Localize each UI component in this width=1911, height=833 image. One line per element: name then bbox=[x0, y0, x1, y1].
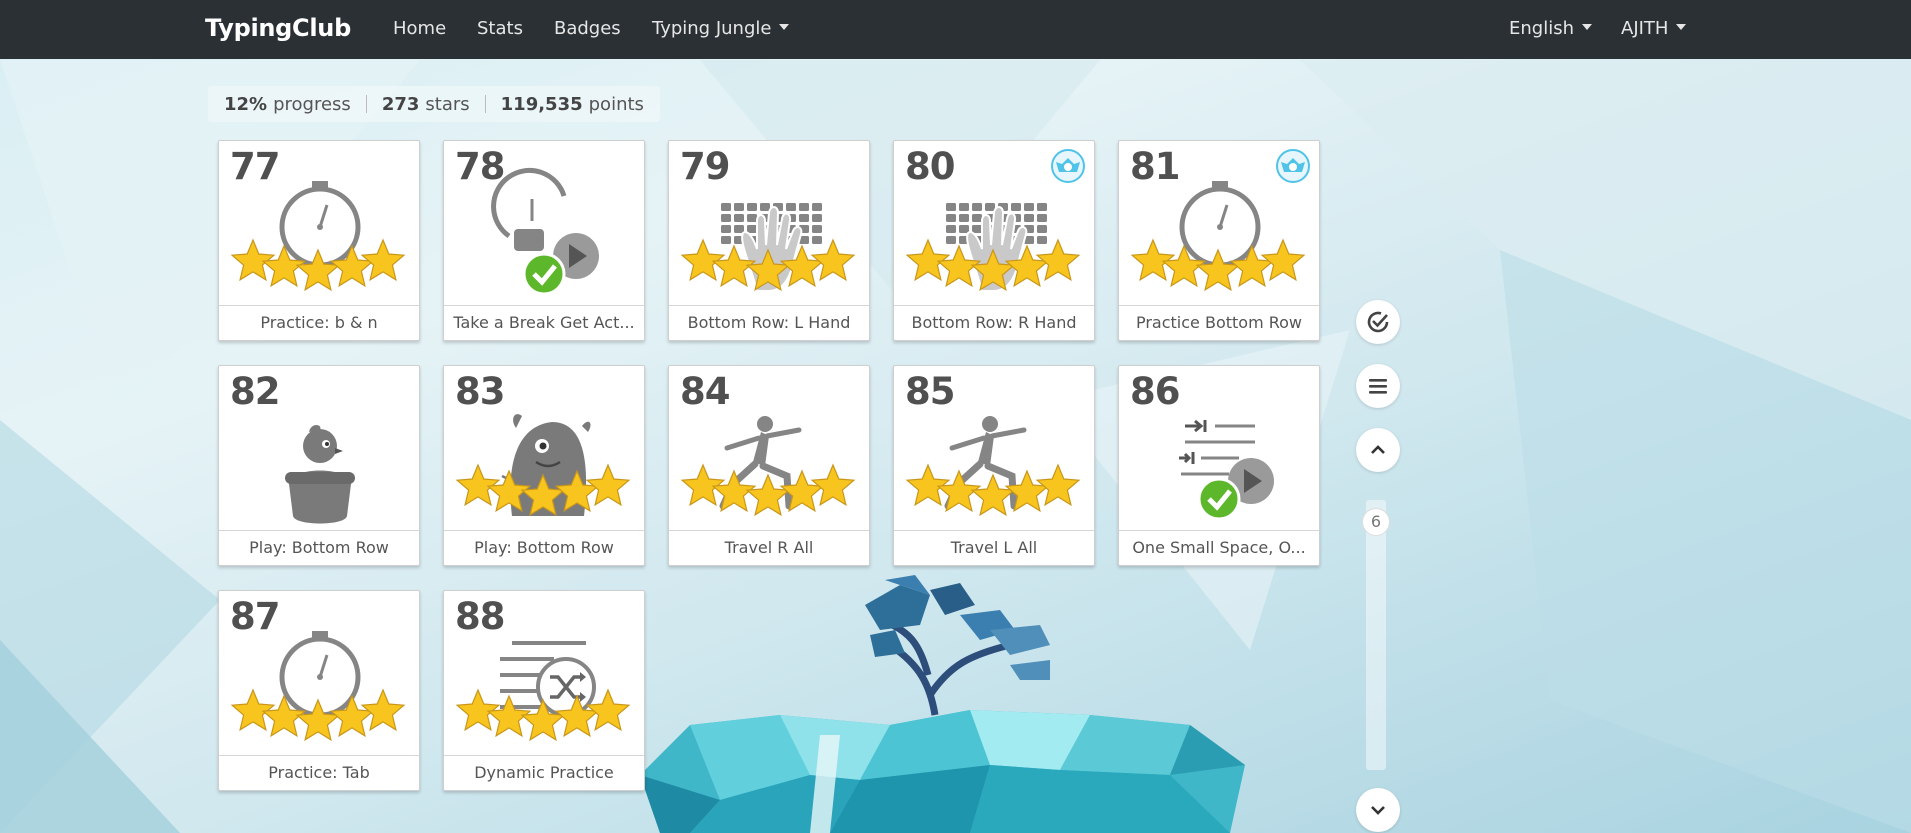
lesson-title: Practice: b & n bbox=[219, 305, 419, 340]
badge-icon bbox=[1051, 149, 1085, 183]
lesson-card[interactable]: 79 Bottom Row: L Hand bbox=[668, 140, 870, 341]
lesson-card[interactable]: 81 Practice Bottom Row bbox=[1118, 140, 1320, 341]
lesson-number: 86 bbox=[1130, 370, 1180, 413]
badge-icon bbox=[1276, 149, 1310, 183]
lesson-card[interactable]: 85 Travel L All bbox=[893, 365, 1095, 566]
points-value: 119,535 bbox=[500, 93, 583, 115]
stars-label: stars bbox=[425, 93, 470, 115]
lesson-title: Play: Bottom Row bbox=[219, 530, 419, 565]
nav-stats[interactable]: Stats bbox=[477, 18, 523, 39]
scroll-position-indicator[interactable]: 6 bbox=[1362, 508, 1390, 536]
scroll-up-button[interactable] bbox=[1356, 428, 1400, 472]
lesson-number: 83 bbox=[455, 370, 505, 413]
lesson-title: Dynamic Practice bbox=[444, 755, 644, 790]
menu-button[interactable] bbox=[1356, 364, 1400, 408]
lesson-number: 84 bbox=[680, 370, 730, 413]
lesson-number: 82 bbox=[230, 370, 280, 413]
language-dropdown[interactable]: English bbox=[1509, 18, 1592, 39]
lesson-number: 80 bbox=[905, 145, 955, 188]
top-navbar: TypingClub Home Stats Badges Typing Jung… bbox=[0, 0, 1911, 59]
lesson-number: 85 bbox=[905, 370, 955, 413]
divider bbox=[484, 95, 486, 113]
lesson-card[interactable]: 88 Dynamic Practice bbox=[443, 590, 645, 791]
points-label: points bbox=[588, 93, 644, 115]
lesson-title: Bottom Row: L Hand bbox=[669, 305, 869, 340]
scroll-track[interactable] bbox=[1366, 500, 1386, 770]
lesson-card[interactable]: 77 Practice: b & n bbox=[218, 140, 420, 341]
divider bbox=[365, 95, 367, 113]
chevron-down-icon bbox=[1371, 806, 1385, 815]
lesson-number: 87 bbox=[230, 595, 280, 638]
lesson-number: 78 bbox=[455, 145, 505, 188]
hamburger-icon bbox=[1369, 379, 1387, 394]
chevron-down-icon bbox=[1676, 24, 1687, 30]
lesson-number: 81 bbox=[1130, 145, 1180, 188]
user-menu[interactable]: AJITH bbox=[1621, 18, 1687, 39]
chevron-down-icon bbox=[1582, 24, 1592, 30]
lesson-card[interactable]: 82 Play: Bottom Row bbox=[218, 365, 420, 566]
lesson-number: 77 bbox=[230, 145, 280, 188]
brand-logo[interactable]: TypingClub bbox=[205, 14, 351, 42]
lesson-title: One Small Space, O... bbox=[1119, 530, 1319, 565]
user-name: AJITH bbox=[1621, 18, 1669, 39]
language-label: English bbox=[1509, 18, 1574, 39]
island-illustration bbox=[640, 575, 1245, 833]
nav-typing-jungle-label: Typing Jungle bbox=[652, 18, 772, 39]
chevron-up-icon bbox=[1371, 445, 1385, 454]
lesson-title: Take a Break Get Act... bbox=[444, 305, 644, 340]
progress-label: progress bbox=[273, 93, 351, 115]
lesson-title: Travel R All bbox=[669, 530, 869, 565]
lesson-title: Practice Bottom Row bbox=[1119, 305, 1319, 340]
lesson-title: Practice: Tab bbox=[219, 755, 419, 790]
lesson-card[interactable]: 84 Travel R All bbox=[668, 365, 870, 566]
lesson-card[interactable]: 87 Practice: Tab bbox=[218, 590, 420, 791]
nav-badges[interactable]: Badges bbox=[554, 18, 621, 39]
chevron-down-icon bbox=[779, 24, 790, 30]
scroll-down-button[interactable] bbox=[1356, 788, 1400, 832]
nav-typing-jungle[interactable]: Typing Jungle bbox=[652, 18, 790, 39]
lesson-number: 88 bbox=[455, 595, 505, 638]
progress-value: 12% bbox=[224, 93, 268, 115]
lesson-title: Play: Bottom Row bbox=[444, 530, 644, 565]
lesson-title: Bottom Row: R Hand bbox=[894, 305, 1094, 340]
check-progress-button[interactable] bbox=[1356, 300, 1400, 344]
lesson-card[interactable]: 83 Play: Bottom Row bbox=[443, 365, 645, 566]
progress-summary: 12% progress 273 stars 119,535 points bbox=[208, 86, 660, 122]
stars-value: 273 bbox=[381, 93, 420, 115]
lesson-title: Travel L All bbox=[894, 530, 1094, 565]
check-circle-icon bbox=[1367, 311, 1389, 333]
lesson-card[interactable]: 80 Bottom Row: R Hand bbox=[893, 140, 1095, 341]
lesson-card[interactable]: 78 Take a Break Get Act... bbox=[443, 140, 645, 341]
nav-home[interactable]: Home bbox=[393, 18, 446, 39]
lesson-number: 79 bbox=[680, 145, 730, 188]
lesson-card[interactable]: 86 One Small Space, O... bbox=[1118, 365, 1320, 566]
